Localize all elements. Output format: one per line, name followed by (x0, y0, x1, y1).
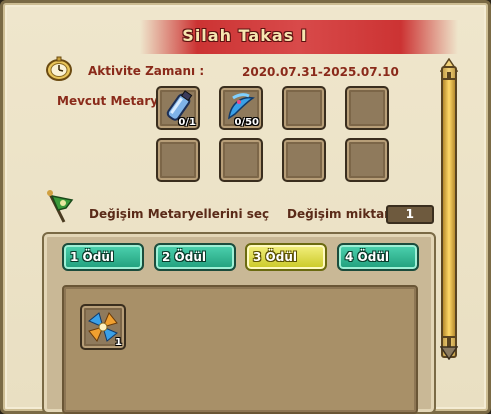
materials-label: Mevcut Metary (57, 94, 159, 108)
scrollbar-thumb[interactable] (441, 78, 457, 338)
reward-item-count: 1 (115, 337, 122, 348)
material-slot-3[interactable] (282, 86, 326, 130)
material-slot-5[interactable] (156, 138, 200, 182)
activity-dates: 2020.07.31-2025.07.10 (242, 65, 399, 79)
material-count-1: 0/1 (178, 117, 196, 128)
tab-reward-2[interactable]: 2 Ödül (154, 243, 236, 271)
tab-reward-4[interactable]: 4 Ödül (337, 243, 419, 271)
exchange-materials-label: Değişim Metaryellerini seç (89, 207, 270, 221)
material-count-2: 0/50 (234, 117, 259, 128)
material-slot-1[interactable]: 0/1 (156, 86, 200, 130)
material-slot-4[interactable] (345, 86, 389, 130)
activity-label: Aktivite Zamanı : (88, 64, 205, 78)
reward-item-slot[interactable]: 1 (80, 304, 126, 350)
material-slot-8[interactable] (345, 138, 389, 182)
scroll-down-arrow-icon[interactable] (440, 346, 458, 360)
clock-icon (46, 56, 72, 81)
material-slot-6[interactable] (219, 138, 263, 182)
tab-reward-1[interactable]: 1 Ödül (62, 243, 144, 271)
window-title: Silah Takas I (182, 26, 308, 45)
exchange-amount-label: Değişim miktar (287, 207, 391, 221)
tab-reward-3[interactable]: 3 Ödül (245, 243, 327, 271)
exchange-amount-input[interactable]: 1 (386, 205, 434, 224)
material-slot-2[interactable]: 0/50 (219, 86, 263, 130)
material-slot-7[interactable] (282, 138, 326, 182)
flag-icon (47, 190, 74, 223)
